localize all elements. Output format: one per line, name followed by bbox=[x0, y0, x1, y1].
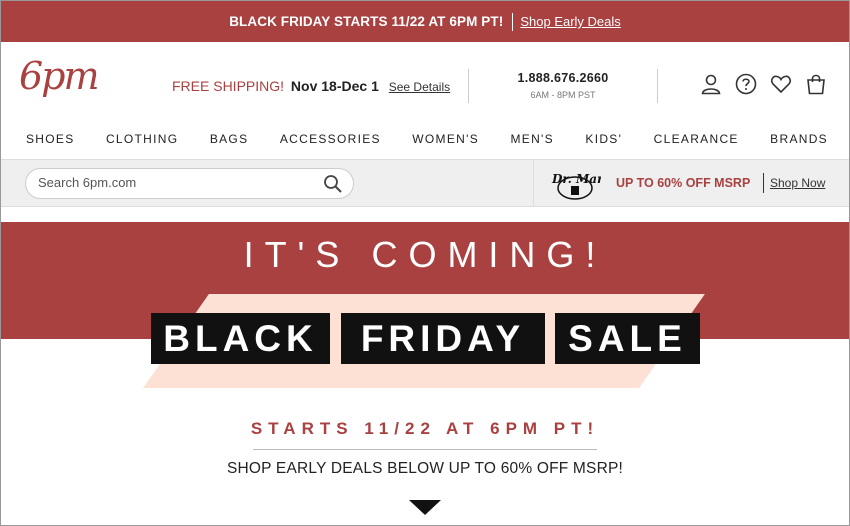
search-bar: Dr. Martens UP TO 60% OFF MSRP Shop Now bbox=[1, 159, 849, 207]
hero-subline: SHOP EARLY DEALS BELOW UP TO 60% OFF MSR… bbox=[226, 460, 624, 477]
hero-divider bbox=[253, 449, 597, 450]
header-divider bbox=[657, 69, 658, 103]
see-details-link[interactable]: See Details bbox=[389, 80, 450, 94]
hero-word-black: BLACK bbox=[151, 313, 330, 364]
free-shipping-label: FREE SHIPPING! bbox=[172, 78, 285, 94]
logo[interactable]: 6pm bbox=[19, 57, 100, 95]
dr-martens-logo[interactable]: Dr. Martens bbox=[549, 168, 632, 200]
hero-start-time: STARTS 11/22 AT 6PM PT! bbox=[250, 419, 600, 438]
shopping-bag-icon[interactable] bbox=[805, 73, 827, 95]
nav-item-accessories[interactable]: ACCESSORIES bbox=[280, 128, 381, 158]
hero-word-sale: SALE bbox=[555, 313, 700, 364]
account-icon[interactable] bbox=[700, 73, 722, 95]
shipping-promo: FREE SHIPPING! Nov 18-Dec 1 See Details bbox=[172, 78, 450, 94]
svg-text:Dr. Martens: Dr. Martens bbox=[551, 172, 601, 186]
phone-number[interactable]: 1.888.676.2660 bbox=[501, 71, 625, 85]
phone-hours: 6AM - 8PM PST bbox=[530, 90, 596, 100]
shipping-dates: Nov 18-Dec 1 bbox=[290, 78, 379, 94]
nav-item-bags[interactable]: BAGS bbox=[210, 128, 249, 158]
header-icons bbox=[700, 73, 827, 95]
hero-kicker: IT'S COMING! bbox=[243, 234, 607, 275]
promo-headline: BLACK FRIDAY STARTS 11/22 AT 6PM PT! bbox=[229, 14, 504, 29]
promo-divider bbox=[512, 12, 514, 31]
header-divider bbox=[468, 69, 469, 103]
nav-item-clearance[interactable]: CLEARANCE bbox=[654, 128, 739, 158]
down-arrow-icon[interactable] bbox=[409, 500, 441, 515]
offer-divider bbox=[763, 173, 764, 193]
phone-contact: 1.888.676.2660 6AM - 8PM PST bbox=[501, 71, 625, 100]
promo-banner: BLACK FRIDAY STARTS 11/22 AT 6PM PT! Sho… bbox=[1, 1, 849, 42]
search-input[interactable] bbox=[38, 175, 308, 190]
nav-item-kids[interactable]: KIDS' bbox=[585, 128, 622, 158]
nav-item-mens[interactable]: MEN'S bbox=[510, 128, 553, 158]
main-nav: SHOES CLOTHING BAGS ACCESSORIES WOMEN'S … bbox=[1, 128, 849, 158]
hero-word-friday: FRIDAY bbox=[341, 313, 545, 364]
shop-early-deals-link[interactable]: Shop Early Deals bbox=[520, 14, 620, 29]
brand-offer: UP TO 60% OFF MSRP bbox=[616, 176, 751, 190]
help-icon[interactable] bbox=[735, 73, 757, 95]
nav-item-womens[interactable]: WOMEN'S bbox=[412, 128, 479, 158]
search-divider bbox=[533, 160, 534, 206]
nav-item-clothing[interactable]: CLOTHING bbox=[106, 128, 178, 158]
search-box bbox=[25, 168, 354, 199]
nav-item-shoes[interactable]: SHOES bbox=[26, 128, 75, 158]
nav-item-brands[interactable]: BRANDS bbox=[770, 128, 828, 158]
favorites-heart-icon[interactable] bbox=[770, 73, 792, 95]
search-icon[interactable] bbox=[323, 174, 343, 194]
shop-now-link[interactable]: Shop Now bbox=[770, 176, 825, 190]
black-friday-hero[interactable]: IT'S COMING! BLACK FRIDAY SALE STARTS 11… bbox=[1, 222, 849, 526]
